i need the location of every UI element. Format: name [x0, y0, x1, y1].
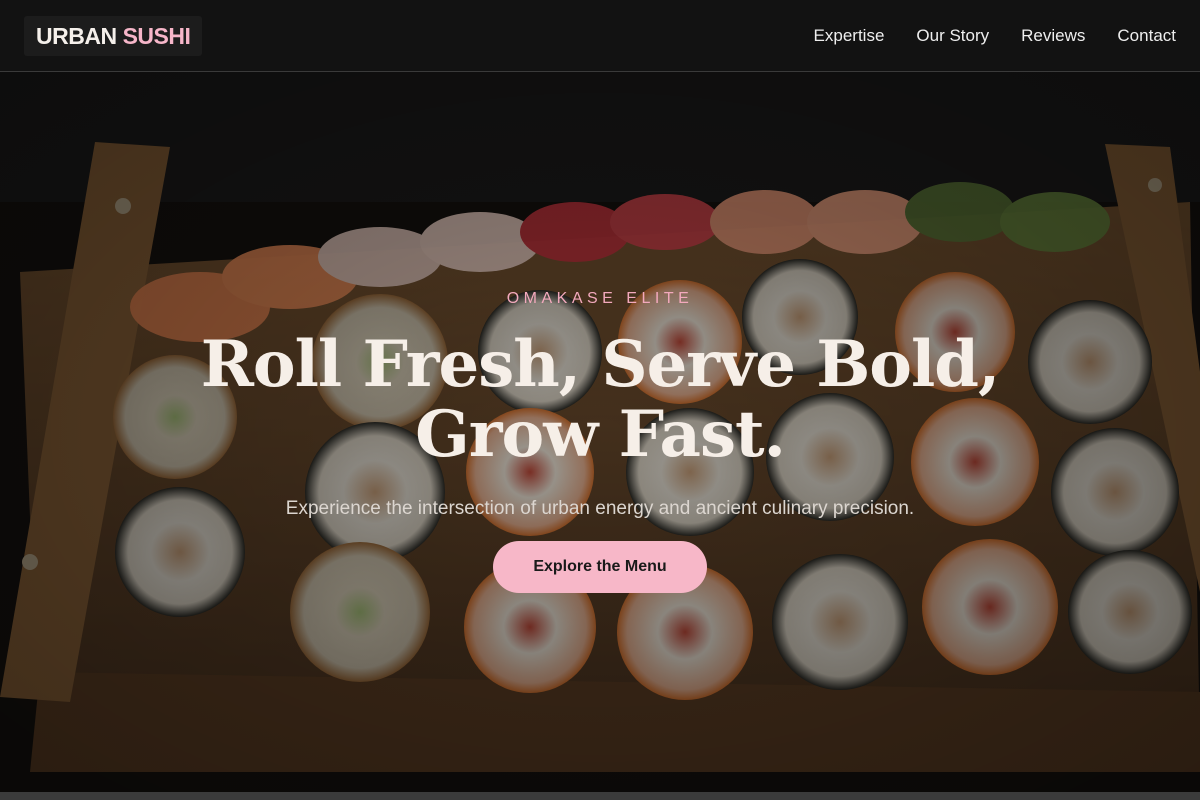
- brand-word-sushi: SUSHI: [122, 22, 191, 49]
- top-navbar: URBAN SUSHI Expertise Our Story Reviews …: [0, 0, 1200, 72]
- nav-link-expertise[interactable]: Expertise: [814, 26, 885, 46]
- nav-link-reviews[interactable]: Reviews: [1021, 26, 1085, 46]
- nav-link-contact[interactable]: Contact: [1117, 26, 1176, 46]
- hero-section: OMAKASE ELITE Roll Fresh, Serve Bold, Gr…: [0, 72, 1200, 792]
- brand-word-urban: URBAN: [36, 22, 117, 49]
- hero-headline-line2: Grow Fast.: [415, 397, 786, 472]
- explore-menu-button[interactable]: Explore the Menu: [493, 541, 707, 593]
- hero-content: OMAKASE ELITE Roll Fresh, Serve Bold, Gr…: [0, 72, 1200, 792]
- next-section-edge: [0, 792, 1200, 800]
- nav-link-our-story[interactable]: Our Story: [916, 26, 989, 46]
- hero-eyebrow: OMAKASE ELITE: [506, 290, 694, 307]
- brand-logo[interactable]: URBAN SUSHI: [24, 16, 203, 56]
- hero-headline-line1: Roll Fresh, Serve Bold,: [200, 327, 1001, 402]
- hero-headline: Roll Fresh, Serve Bold, Grow Fast.: [100, 330, 1100, 470]
- hero-subtitle: Experience the intersection of urban ene…: [285, 498, 915, 519]
- nav-links: Expertise Our Story Reviews Contact: [814, 0, 1176, 72]
